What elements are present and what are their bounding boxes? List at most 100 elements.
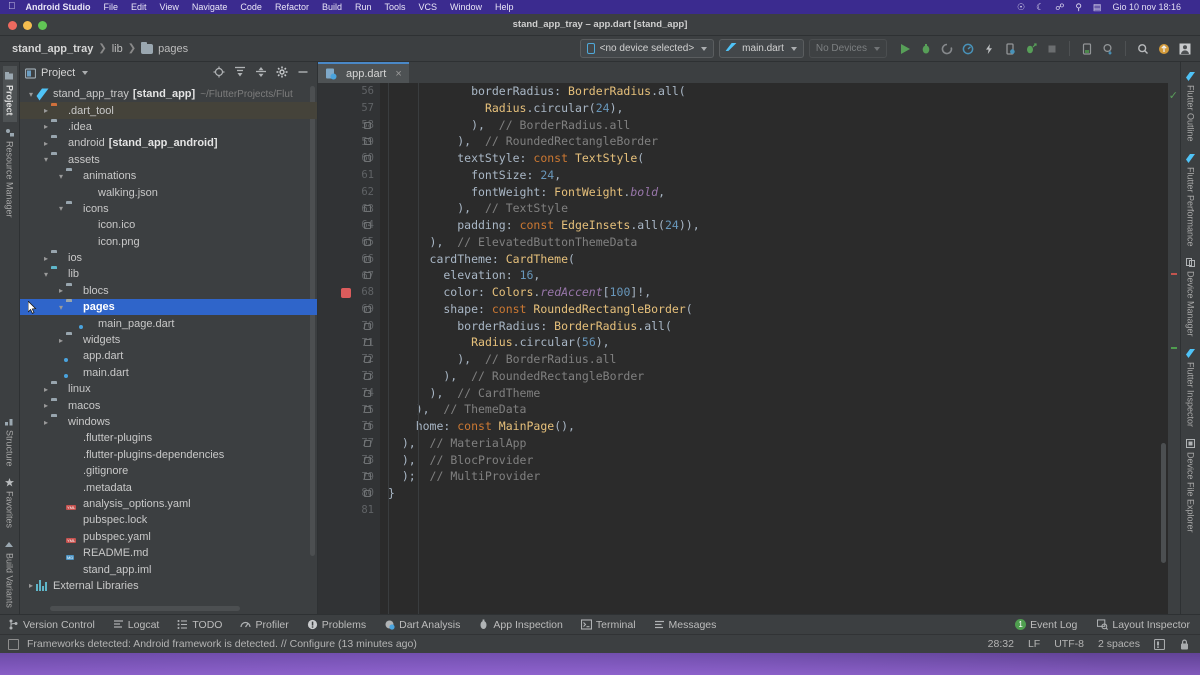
debug-icon[interactable] bbox=[919, 42, 933, 56]
tree-node[interactable]: ▾ stand_app_tray [stand_app] ~/FlutterProje… bbox=[20, 86, 317, 102]
tree-node[interactable]: main.dart bbox=[20, 365, 317, 381]
code-line[interactable]: padding: const EdgeInsets.all(24)), bbox=[380, 217, 1168, 234]
tree-node[interactable]: icon.ico bbox=[20, 217, 317, 233]
sidebar-item-flutter-inspector[interactable]: Flutter Inspector bbox=[1184, 343, 1198, 433]
code-fold-handle[interactable] bbox=[364, 356, 371, 363]
collapse-all-icon[interactable] bbox=[255, 66, 267, 81]
code-line[interactable]: textStyle: const TextStyle( bbox=[380, 150, 1168, 167]
menu-item-edit[interactable]: Edit bbox=[131, 2, 147, 12]
maximize-window-button[interactable] bbox=[38, 21, 47, 30]
chevron-down-icon[interactable]: ▾ bbox=[41, 270, 51, 279]
code-fold-handle[interactable] bbox=[364, 439, 371, 447]
code-line[interactable]: ), // BorderRadius.all bbox=[380, 117, 1168, 134]
indent-setting[interactable]: 2 spaces bbox=[1098, 638, 1140, 650]
minimize-window-button[interactable] bbox=[23, 21, 32, 30]
code-line[interactable]: ), // ThemeData bbox=[380, 401, 1168, 418]
tool-window-button-layout-inspector[interactable]: Layout Inspector bbox=[1097, 619, 1190, 631]
code-fold-handle[interactable] bbox=[364, 490, 371, 497]
editor-scrollbar-thumb[interactable] bbox=[1161, 443, 1166, 563]
chevron-right-icon[interactable]: ▸ bbox=[41, 401, 51, 410]
chevron-down-icon[interactable]: ▾ bbox=[56, 204, 66, 213]
line-number[interactable]: 61 bbox=[318, 167, 380, 184]
profile-icon[interactable] bbox=[961, 42, 975, 56]
code-fold-handle[interactable] bbox=[364, 121, 371, 129]
tree-node[interactable]: ▸ widgets bbox=[20, 332, 317, 348]
tree-node[interactable]: .flutter-plugins-dependencies bbox=[20, 447, 317, 463]
code-line[interactable]: } bbox=[380, 485, 1168, 502]
sidebar-item-flutter-performance[interactable]: Flutter Performance bbox=[1184, 148, 1198, 253]
code-fold-handle[interactable] bbox=[364, 238, 371, 246]
code-fold-handle[interactable] bbox=[364, 456, 371, 464]
chevron-right-icon[interactable]: ▸ bbox=[41, 122, 51, 131]
code-fold-handle[interactable] bbox=[364, 272, 371, 280]
tool-window-button-todo[interactable]: TODO bbox=[177, 619, 222, 631]
chevron-right-icon[interactable]: ▸ bbox=[41, 139, 51, 148]
tree-node[interactable]: ▸ .idea bbox=[20, 119, 317, 135]
project-tree[interactable]: ▾ stand_app_tray [stand_app] ~/FlutterProje… bbox=[20, 84, 317, 614]
code-fold-handle[interactable] bbox=[364, 255, 371, 263]
locate-icon[interactable] bbox=[213, 66, 225, 81]
breadcrumb-item-lib[interactable]: lib bbox=[112, 43, 123, 55]
code-line[interactable]: fontWeight: FontWeight.bold, bbox=[380, 184, 1168, 201]
run-icon[interactable] bbox=[898, 42, 912, 56]
sidebar-item-favorites[interactable]: Favorites bbox=[3, 472, 17, 534]
breadcrumb-item-project[interactable]: stand_app_tray bbox=[12, 43, 93, 55]
breakpoint-marker[interactable] bbox=[341, 287, 351, 298]
code-line[interactable]: home: const MainPage(), bbox=[380, 418, 1168, 435]
chevron-down-icon[interactable]: ▾ bbox=[41, 155, 51, 164]
control-center-icon[interactable]: ▤ bbox=[1093, 2, 1102, 13]
tree-node[interactable]: ▸ blocs bbox=[20, 283, 317, 299]
menu-item-help[interactable]: Help bbox=[495, 2, 514, 12]
tree-node[interactable]: ▾ icons bbox=[20, 201, 317, 217]
settings-gear-icon[interactable] bbox=[276, 66, 288, 81]
code-line[interactable]: ), // TextStyle bbox=[380, 200, 1168, 217]
tool-window-button-problems[interactable]: Problems bbox=[307, 619, 366, 631]
tree-node[interactable]: ▸ windows bbox=[20, 414, 317, 430]
wifi-icon[interactable]: ☉ bbox=[1017, 2, 1025, 13]
search-icon[interactable]: ⚲ bbox=[1075, 2, 1082, 13]
tool-window-button-terminal[interactable]: Terminal bbox=[580, 619, 636, 631]
chevron-right-icon[interactable]: ▸ bbox=[41, 254, 51, 263]
tool-window-button-event-log[interactable]: 1 Event Log bbox=[1015, 619, 1077, 631]
code-fold-handle[interactable] bbox=[364, 322, 371, 330]
code-line[interactable]: ), // BorderRadius.all bbox=[380, 351, 1168, 368]
chevron-down-icon[interactable] bbox=[82, 71, 89, 75]
code-line[interactable]: fontSize: 24, bbox=[380, 167, 1168, 184]
menu-item-refactor[interactable]: Refactor bbox=[275, 2, 309, 12]
chevron-right-icon[interactable]: ▸ bbox=[41, 385, 51, 394]
menu-item-android-studio[interactable]: Android Studio bbox=[26, 2, 91, 12]
chevron-down-icon[interactable]: ▾ bbox=[56, 303, 66, 312]
code-line[interactable]: cardTheme: CardTheme( bbox=[380, 251, 1168, 268]
code-line[interactable]: ), // ElevatedButtonThemeData bbox=[380, 234, 1168, 251]
editor-gutter[interactable]: 56 57 58 59 60 61 62 63 64 65 66 67 68 69 70 71 72 73 74 75… bbox=[318, 83, 380, 614]
error-marker[interactable] bbox=[1171, 273, 1177, 275]
code-line[interactable]: ); // MultiProvider bbox=[380, 468, 1168, 485]
tree-node-selected[interactable]: ▾ pages bbox=[20, 299, 317, 316]
device-icon[interactable] bbox=[1003, 42, 1017, 56]
line-number[interactable]: 57 bbox=[318, 100, 380, 117]
line-number[interactable]: 62 bbox=[318, 184, 380, 201]
chevron-right-icon[interactable]: ▸ bbox=[26, 581, 36, 590]
close-icon[interactable]: × bbox=[395, 68, 401, 80]
attach-debugger-icon[interactable] bbox=[1024, 42, 1038, 56]
sidebar-item-resource-manager[interactable]: Resource Manager bbox=[3, 122, 17, 224]
tree-node[interactable]: analysis_options.yaml bbox=[20, 496, 317, 512]
code-fold-handle[interactable] bbox=[364, 372, 371, 380]
code-line[interactable]: ), // RoundedRectangleBorder bbox=[380, 368, 1168, 385]
tree-node[interactable]: ▸ ios bbox=[20, 250, 317, 266]
chevron-right-icon[interactable]: ▸ bbox=[41, 106, 51, 115]
sidebar-item-structure[interactable]: Structure bbox=[3, 411, 17, 473]
menu-item-navigate[interactable]: Navigate bbox=[192, 2, 228, 12]
tree-node[interactable]: ▸ android [stand_app_android] bbox=[20, 135, 317, 151]
encoding[interactable]: UTF-8 bbox=[1054, 638, 1084, 650]
apple-logo-icon[interactable]:  bbox=[8, 2, 16, 12]
code-fold-handle[interactable] bbox=[364, 155, 371, 162]
sidebar-item-build-variants[interactable]: Build Variants bbox=[3, 534, 17, 614]
avatar-icon[interactable] bbox=[1178, 42, 1192, 56]
line-number[interactable]: 56 bbox=[318, 83, 380, 100]
code-line[interactable] bbox=[380, 502, 1168, 519]
code-line[interactable]: ), // MaterialApp bbox=[380, 435, 1168, 452]
flash-hot-reload-icon[interactable] bbox=[982, 42, 996, 56]
code-line[interactable]: color: Colors.redAccent[100]!, bbox=[380, 284, 1168, 301]
tool-window-button-logcat[interactable]: Logcat bbox=[113, 619, 159, 631]
